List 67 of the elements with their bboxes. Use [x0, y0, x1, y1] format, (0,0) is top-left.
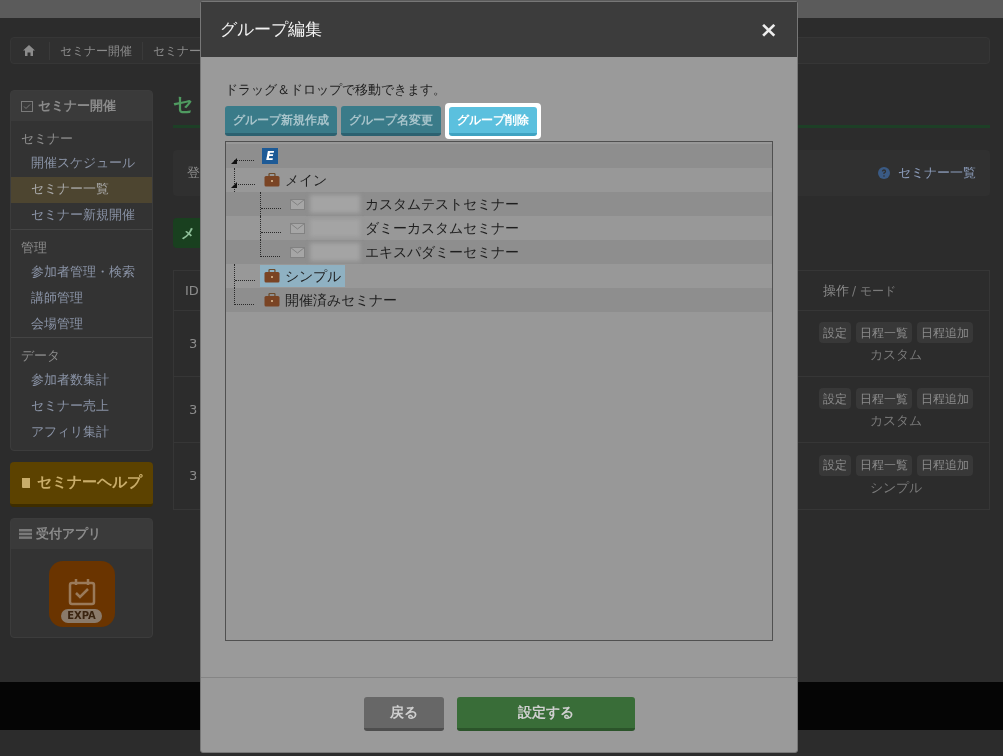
sidebar-item[interactable]: 講師管理 — [11, 285, 152, 311]
sidebar-heading: セミナー — [20, 130, 74, 148]
group-node[interactable]: メイン — [260, 169, 331, 191]
submit-button[interactable]: 設定する — [456, 697, 635, 731]
sidebar-title: セミナー開催 — [38, 97, 116, 116]
row-action-button[interactable]: 設定 — [819, 322, 851, 344]
breadcrumb-link[interactable]: セミナー開催 — [49, 41, 142, 60]
calendar-icon — [21, 100, 33, 112]
page-title: セ — [173, 91, 193, 118]
calendar-check-icon — [67, 577, 96, 606]
help-button[interactable]: セミナーヘルプ — [10, 461, 153, 507]
sidebar-item[interactable]: セミナー売上 — [11, 393, 152, 420]
tree-connector — [260, 240, 280, 257]
tree-connector — [260, 192, 280, 216]
envelope-icon — [290, 222, 305, 234]
tree-connector — [234, 288, 254, 305]
row-action-button[interactable]: 日程一覧 — [856, 322, 912, 344]
envelope-icon — [290, 246, 305, 258]
sidebar-heading: 管理 — [20, 238, 48, 257]
mode-label: カスタム — [870, 346, 922, 365]
home-icon[interactable] — [23, 45, 35, 56]
seminar-node[interactable]: ダミーカスタムセミナー — [286, 217, 523, 239]
app-icon[interactable]: EXPA — [48, 560, 115, 627]
toolbar-button[interactable]: グループ名変更 — [341, 106, 441, 136]
sidebar-item[interactable]: セミナー新規開催 — [11, 202, 152, 229]
briefcase-icon — [264, 293, 280, 307]
list-icon — [19, 528, 32, 539]
help-icon — [878, 167, 890, 179]
table-header: ID — [185, 281, 199, 300]
app-label: EXPA — [61, 608, 102, 623]
row-action-button[interactable]: 日程一覧 — [856, 388, 912, 410]
table-cell-text: 3 — [189, 400, 198, 419]
modal-title: グループ編集 — [220, 17, 322, 41]
sidebar-heading: データ — [20, 347, 61, 365]
table-header: 操作 — [823, 281, 849, 300]
hint-text: ドラッグ＆ドロップで移動できます。 — [225, 82, 447, 98]
group-node[interactable]: シンプル — [260, 265, 345, 287]
table-cell-text: 3 — [189, 467, 198, 486]
book-icon — [21, 476, 32, 489]
mode-label: カスタム — [870, 412, 922, 431]
expand-toggle-icon[interactable] — [231, 182, 237, 188]
sidebar-item[interactable]: 参加者管理・検索 — [11, 259, 152, 285]
sidebar-item[interactable]: 参加者数集計 — [11, 367, 152, 394]
expand-toggle-icon[interactable] — [231, 158, 237, 164]
mode-label: シンプル — [870, 478, 922, 497]
help-link[interactable]: セミナー一覧 — [898, 163, 976, 183]
sidebar-item[interactable]: 会場管理 — [11, 311, 152, 337]
briefcase-icon — [264, 269, 280, 283]
row-action-button[interactable]: 日程追加 — [917, 322, 973, 344]
sidebar-item[interactable]: アフィリ集計 — [11, 419, 152, 446]
table-header-note: / モード — [852, 282, 896, 300]
envelope-icon — [290, 198, 305, 210]
row-action-button[interactable]: 日程追加 — [917, 388, 973, 410]
row-action-button[interactable]: 日程追加 — [917, 454, 973, 476]
app-panel-title: 受付アプリ — [36, 524, 101, 543]
sidebar-item[interactable]: 開催スケジュール — [11, 150, 152, 177]
info-label: 登 — [187, 164, 200, 183]
close-button[interactable]: × — [759, 18, 778, 41]
row-action-button[interactable]: 日程一覧 — [856, 454, 912, 476]
root-node[interactable]: E — [260, 148, 280, 164]
row-action-button[interactable]: 設定 — [819, 454, 851, 476]
back-button[interactable]: 戻る — [363, 697, 444, 731]
toolbar-button[interactable]: グループ新規作成 — [225, 106, 337, 136]
row-action-button[interactable]: 設定 — [819, 388, 851, 410]
sidebar-item[interactable]: セミナー一覧 — [11, 176, 152, 203]
table-cell-text: 3 — [189, 334, 198, 353]
briefcase-icon — [264, 173, 280, 187]
